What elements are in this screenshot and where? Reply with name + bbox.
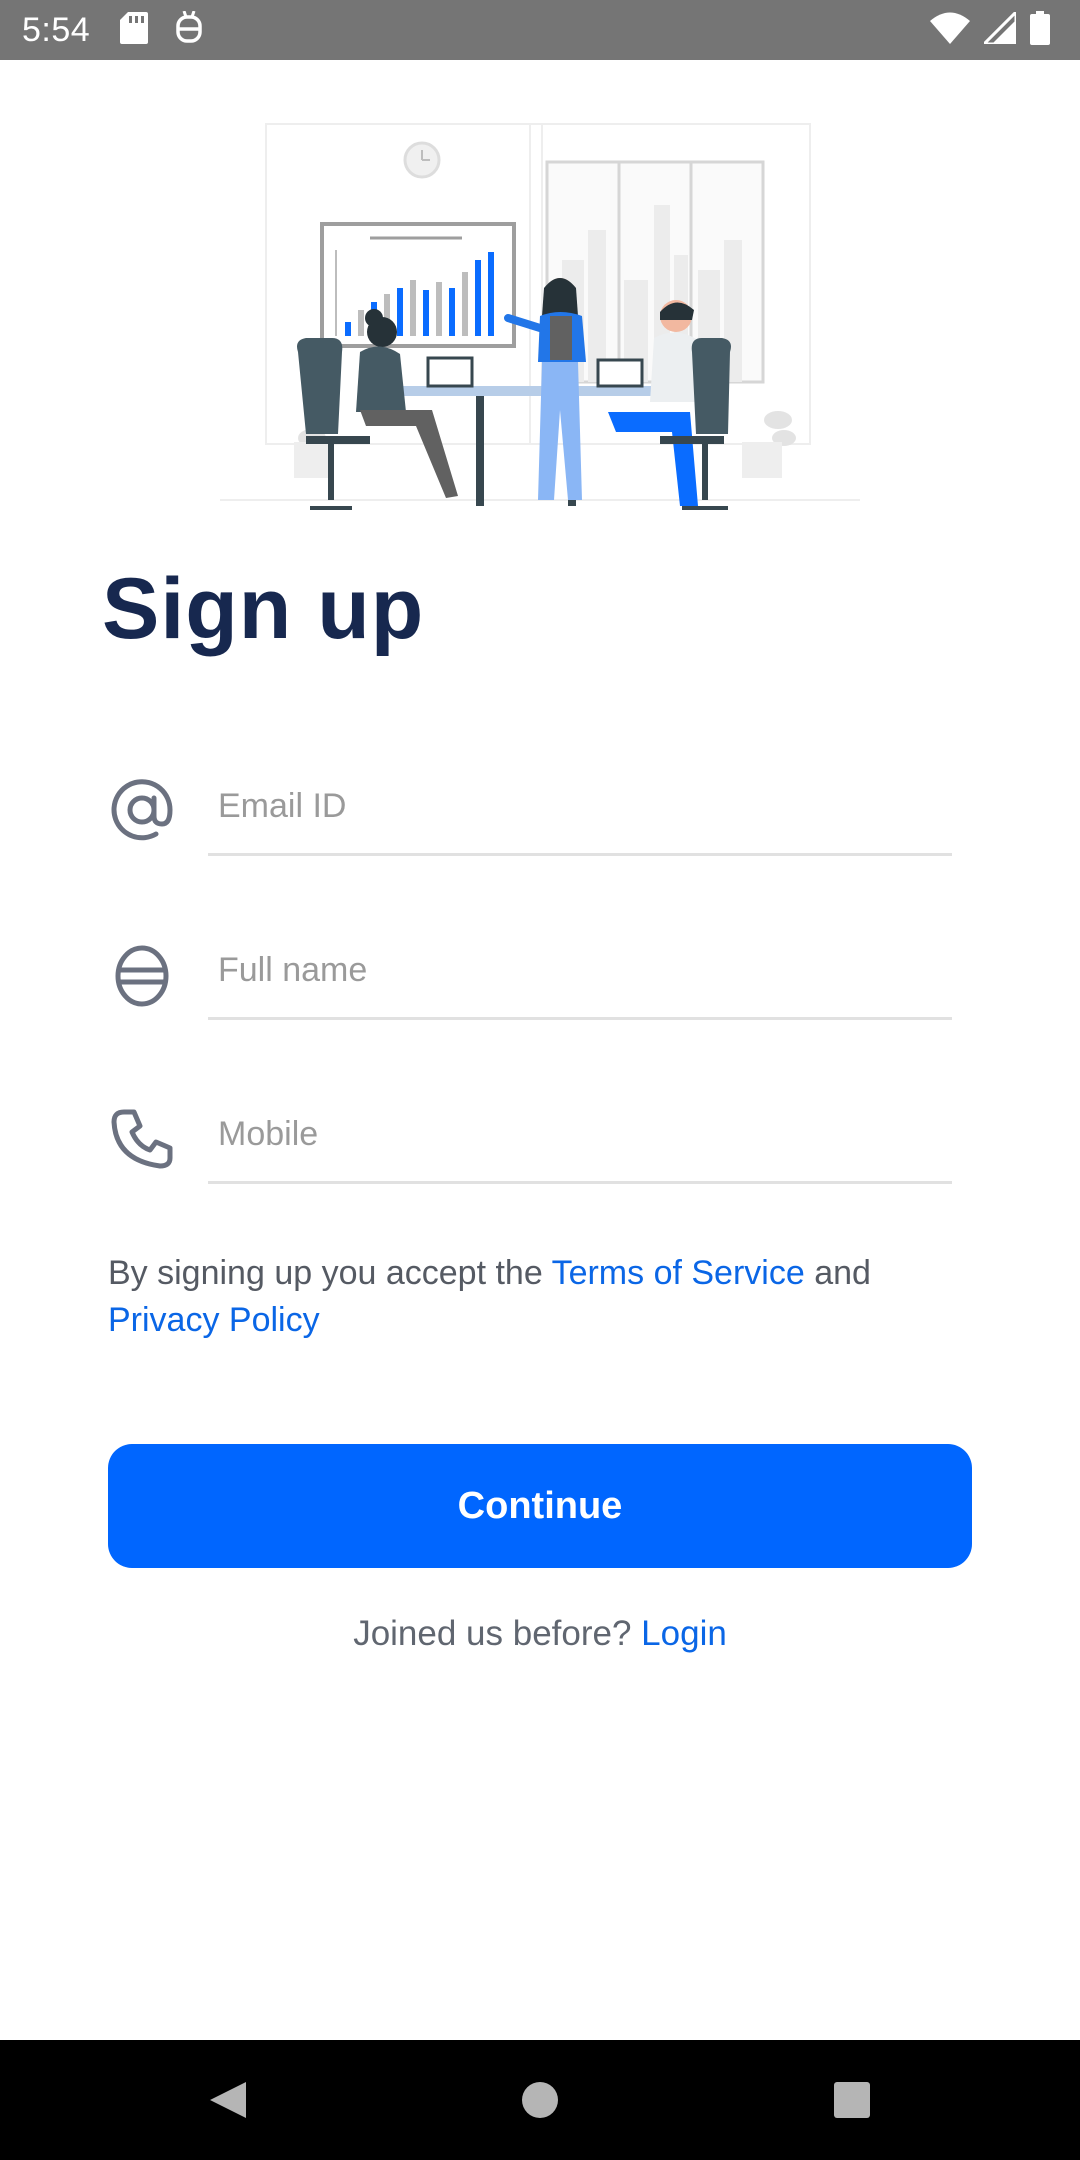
- battery-icon: [1030, 10, 1050, 50]
- status-time: 5:54: [22, 10, 91, 49]
- status-bar: 5:54: [0, 0, 1080, 60]
- page-title: Sign up: [102, 561, 425, 657]
- team-meeting-illustration: [210, 120, 870, 535]
- signal-icon: [980, 7, 1018, 49]
- login-prompt: Joined us before?: [353, 1614, 642, 1653]
- navigation-bar: [0, 2040, 1080, 2160]
- home-icon[interactable]: [510, 2070, 570, 2130]
- phone-icon: [108, 1104, 176, 1172]
- mobile-row: [108, 1088, 952, 1188]
- terms-prefix: By signing up you accept the: [108, 1254, 552, 1292]
- status-left-icons: [120, 10, 204, 50]
- full-name-row: [108, 924, 952, 1024]
- continue-button[interactable]: Continue: [108, 1444, 972, 1568]
- back-icon[interactable]: [198, 2070, 258, 2130]
- recents-icon[interactable]: [822, 2070, 882, 2130]
- at-icon: [108, 776, 176, 844]
- email-row: [108, 760, 952, 860]
- debug-icon: [174, 10, 204, 50]
- terms-middle: and: [804, 1254, 871, 1292]
- terms-text: By signing up you accept the Terms of Se…: [108, 1250, 968, 1344]
- user-icon: [108, 940, 176, 1008]
- full-name-input[interactable]: [208, 924, 952, 1020]
- terms-of-service-link[interactable]: Terms of Service: [552, 1254, 805, 1292]
- login-line: Joined us before? Login: [0, 1614, 1080, 1654]
- wifi-icon: [930, 12, 970, 49]
- sd-card-icon: [120, 11, 149, 49]
- privacy-policy-link[interactable]: Privacy Policy: [108, 1301, 320, 1339]
- mobile-input[interactable]: [208, 1088, 952, 1184]
- status-right-icons: [930, 7, 1058, 50]
- email-input[interactable]: [208, 760, 952, 856]
- login-link[interactable]: Login: [641, 1614, 727, 1653]
